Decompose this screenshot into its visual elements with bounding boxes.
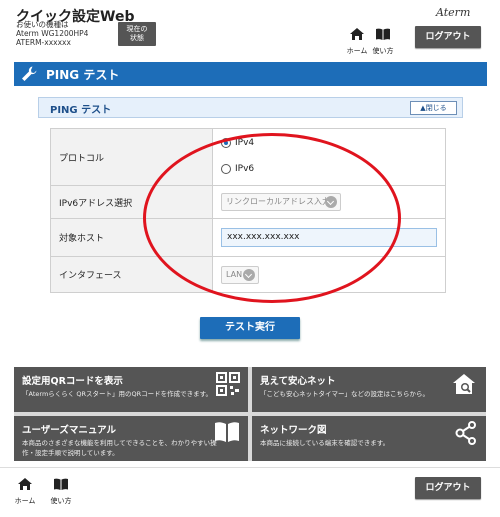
panel-title: PING テスト bbox=[50, 105, 112, 116]
house-search-icon bbox=[453, 374, 475, 394]
tile-qr-code-title: 設定用QRコードを表示 bbox=[22, 376, 123, 387]
footer: ホーム 使い方 ログアウト bbox=[0, 467, 500, 517]
tile-manual-desc: 本商品のさまざまな機能を利用してできることを、わかりやすい操作・設定手順で説明し… bbox=[22, 439, 217, 457]
red-highlight-ellipse bbox=[143, 133, 401, 303]
tile-manual-title: ユーザーズマニュアル bbox=[22, 425, 117, 436]
header: クイック設定Web お使いの機種は Aterm WG1200HP4 ATERM-… bbox=[0, 0, 500, 56]
tile-network-desc: 本商品に接続している端末を確認できます。 bbox=[260, 439, 390, 447]
tile-mieru-desc: 「こども安心ネットタイマー」などの設定はこちらから。 bbox=[260, 390, 429, 398]
footer-home-label: ホーム bbox=[14, 497, 36, 505]
model-name: Aterm WG1200HP4 bbox=[16, 29, 89, 38]
tile-qr-code-desc: 「Atermらくらく QRスタート」用のQRコードを作成できます。 bbox=[22, 390, 212, 398]
footer-help-label: 使い方 bbox=[50, 497, 72, 505]
collapse-button[interactable]: ▲閉じる bbox=[410, 101, 457, 115]
book-icon bbox=[215, 422, 239, 442]
home-icon bbox=[350, 28, 364, 40]
footer-home-nav[interactable]: ホーム bbox=[14, 476, 36, 506]
model-id: ATERM-xxxxxx bbox=[16, 38, 71, 47]
run-test-button[interactable]: テスト実行 bbox=[200, 317, 300, 339]
tile-mieru-anshin-net[interactable]: 見えて安心ネット 「こども安心ネットタイマー」などの設定はこちらから。 bbox=[252, 367, 486, 412]
network-share-icon bbox=[455, 421, 476, 445]
collapse-label: 閉じる bbox=[425, 104, 447, 112]
tile-network-map[interactable]: ネットワーク図 本商品に接続している端末を確認できます。 bbox=[252, 416, 486, 461]
tile-qr-code[interactable]: 設定用QRコードを表示 「Atermらくらく QRスタート」用のQRコードを作成… bbox=[14, 367, 248, 412]
tile-users-manual[interactable]: ユーザーズマニュアル 本商品のさまざまな機能を利用してできることを、わかりやすい… bbox=[14, 416, 248, 461]
book-icon bbox=[376, 28, 390, 40]
ping-test-panel-header: PING テスト ▲閉じる bbox=[38, 97, 463, 118]
feature-tiles: 設定用QRコードを表示 「Atermらくらく QRスタート」用のQRコードを作成… bbox=[14, 367, 486, 461]
book-icon bbox=[54, 478, 68, 490]
home-nav[interactable]: ホーム bbox=[346, 26, 368, 56]
home-icon bbox=[18, 478, 32, 490]
help-nav[interactable]: 使い方 bbox=[372, 26, 394, 56]
help-label: 使い方 bbox=[372, 47, 394, 55]
model-label: お使いの機種は bbox=[16, 20, 69, 29]
footer-logout-button[interactable]: ログアウト bbox=[415, 477, 481, 499]
footer-help-nav[interactable]: 使い方 bbox=[50, 476, 72, 506]
wrench-icon bbox=[22, 66, 37, 81]
brand-logo: Aterm bbox=[436, 6, 471, 19]
page-title: PING テスト bbox=[46, 68, 120, 82]
current-status-button[interactable]: 現在の 状態 bbox=[118, 22, 156, 46]
page-title-bar: PING テスト bbox=[14, 62, 487, 86]
home-label: ホーム bbox=[346, 47, 368, 55]
tile-network-title: ネットワーク図 bbox=[260, 425, 327, 436]
logout-button[interactable]: ログアウト bbox=[415, 26, 481, 48]
tile-mieru-title: 見えて安心ネット bbox=[260, 376, 336, 387]
qr-code-icon bbox=[216, 372, 240, 396]
